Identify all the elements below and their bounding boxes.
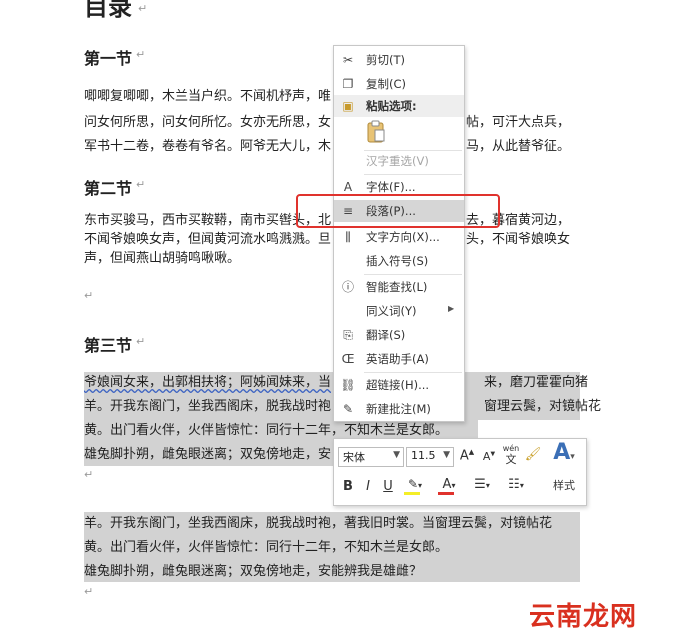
- text-line-right: 来，磨刀霍霍向猪: [484, 375, 589, 390]
- italic-button[interactable]: I: [360, 479, 376, 494]
- chevron-down-icon: ▼: [393, 450, 400, 460]
- styles-icon: A▾: [553, 440, 575, 465]
- paragraph-mark: ↵: [136, 178, 146, 191]
- context-menu: ✂ 剪切(T) ❐ 复制(C) ▣ 粘贴选项: 汉字重选(V) A 字体(F)... ≡…: [333, 45, 465, 422]
- menu-separator: [364, 372, 462, 373]
- section-heading: 第三节: [84, 336, 133, 355]
- text-line: 不闻爷娘唤女声，但闻黄河流水鸣溅溅。旦: [84, 232, 332, 247]
- paragraph-mark: ↵: [136, 48, 146, 61]
- text-line: 雄兔脚扑朔，雌兔眼迷离；双兔傍地走，安: [84, 447, 332, 462]
- english-assistant-icon: Œ: [341, 352, 355, 366]
- chevron-down-icon: ▼: [443, 450, 450, 460]
- smart-lookup-icon: ⓘ: [341, 280, 354, 294]
- text-direction-icon: ⫼: [345, 230, 351, 244]
- text-line-right: 头，不闻爷娘唤女: [466, 232, 571, 247]
- new-comment-icon: ✎: [342, 402, 354, 416]
- text-line: 东市买骏马，西市买鞍鞯，南市买辔头，北: [84, 213, 332, 228]
- menu-separator: [364, 274, 462, 275]
- menu-item-insert-symbol[interactable]: 插入符号(S): [334, 250, 464, 272]
- section-heading: 第二节: [84, 179, 133, 198]
- menu-item-copy[interactable]: ❐ 复制(C): [334, 73, 464, 95]
- grow-font-button[interactable]: A▲: [458, 448, 476, 463]
- text-line: 问女何所思，问女何所忆。女亦无所思，女: [84, 115, 332, 130]
- copy-icon: ❐: [342, 77, 354, 91]
- numbered-list-icon: ☷: [508, 477, 520, 492]
- highlighter-icon: ✎: [407, 477, 419, 491]
- text-line-right: 帖，可汗大点兵，: [466, 115, 571, 130]
- font-size-combo[interactable]: 11.5 ▼: [406, 447, 454, 467]
- section-heading: 第一节: [84, 49, 133, 68]
- hyperlink-icon: ⛓: [340, 378, 356, 392]
- paste-options-header: ▣ 粘贴选项:: [334, 95, 464, 117]
- highlight-color-button[interactable]: ✎▾: [402, 477, 428, 495]
- text-line: 声，但闻燕山胡骑鸣啾啾。: [84, 251, 241, 266]
- paragraph-mark: ↵: [84, 468, 94, 481]
- scissors-icon: ✂: [342, 53, 354, 67]
- menu-item-synonyms[interactable]: 同义词(Y) ▶: [334, 300, 464, 322]
- menu-separator: [364, 174, 462, 175]
- underline-button[interactable]: U: [380, 479, 396, 494]
- text-line: 雄兔脚扑朔，雌兔眼迷离；双兔傍地走，安能辨我是雄雌？: [84, 564, 423, 579]
- watermark-logo: 云南龙网: [529, 602, 638, 632]
- font-color-button[interactable]: A▾: [436, 477, 462, 495]
- paragraph-mark: ↵: [138, 2, 148, 15]
- menu-item-cut[interactable]: ✂ 剪切(T): [334, 49, 464, 71]
- submenu-arrow-icon: ▶: [448, 304, 455, 313]
- text-line: 黄。出门看火伴，火伴皆惊忙：同行十二年，不知木兰是女郎。: [84, 540, 449, 555]
- numbering-button[interactable]: ☷▾: [504, 477, 528, 492]
- shrink-font-button[interactable]: A▼: [480, 450, 498, 463]
- text-line-right: 马，从此替爷征。: [466, 139, 571, 154]
- text-line-right: 窗理云鬓，对镜帖花: [484, 399, 602, 414]
- clipboard-icon: [367, 120, 385, 143]
- text-line: 爷娘闻女来，出郭相扶将；阿姊闻妹来，当: [84, 374, 331, 392]
- bullet-list-icon: ☰: [474, 477, 486, 492]
- text-line: 羊。开我东阁门，坐我西阁床，脱我战时袍，著我旧时裳。当窗理云鬓，对镜帖花: [84, 516, 553, 531]
- highlight-annotation-box: [296, 194, 500, 228]
- paragraph-mark: ↵: [136, 335, 146, 348]
- squiggle-word: 爷娘闻女来，出郭相扶将；阿姊闻妹来，当: [84, 375, 332, 390]
- menu-item-text-direction[interactable]: ⫼ 文字方向(X)...: [334, 226, 464, 248]
- phonetic-guide-button[interactable]: wén 文: [500, 443, 522, 465]
- paste-keep-format-button[interactable]: [364, 120, 388, 144]
- menu-item-english-assistant[interactable]: Œ 英语助手(A): [334, 348, 464, 370]
- menu-item-reconvert: 汉字重选(V): [366, 154, 429, 168]
- menu-item-translate[interactable]: ⎘ 翻译(S): [334, 324, 464, 346]
- paragraph-mark: ↵: [84, 585, 94, 598]
- text-line: 军书十二卷，卷卷有爷名。阿爷无大儿，木: [84, 139, 332, 154]
- bold-button[interactable]: B: [340, 479, 356, 494]
- text-line: 唧唧复唧唧，木兰当户织。不闻机杼声，唯: [84, 89, 332, 104]
- document-title: 目录: [84, 0, 132, 21]
- paragraph-mark: ↵: [84, 289, 94, 302]
- menu-item-hyperlink[interactable]: ⛓ 超链接(H)...: [334, 374, 464, 396]
- menu-item-new-comment[interactable]: ✎ 新建批注(M): [334, 398, 464, 420]
- font-icon: A: [343, 180, 353, 194]
- font-name-combo[interactable]: 宋体 ▼: [338, 447, 404, 467]
- menu-item-smart-lookup[interactable]: ⓘ 智能查找(L): [334, 276, 464, 298]
- text-line: 羊。开我东阁门，坐我西阁床，脱我战时袍: [84, 399, 332, 414]
- bullets-button[interactable]: ☰▾: [470, 477, 494, 492]
- paste-icon: ▣: [342, 99, 354, 113]
- translate-icon: ⎘: [343, 328, 353, 342]
- format-painter-icon[interactable]: 🖌: [524, 447, 542, 462]
- mini-toolbar: 宋体 ▼ 11.5 ▼ A▲ A▼ wén 文 🖌 A▾ 样式 B I U ✎▾ A▾…: [333, 438, 587, 506]
- styles-button[interactable]: A▾ 样式: [546, 441, 582, 493]
